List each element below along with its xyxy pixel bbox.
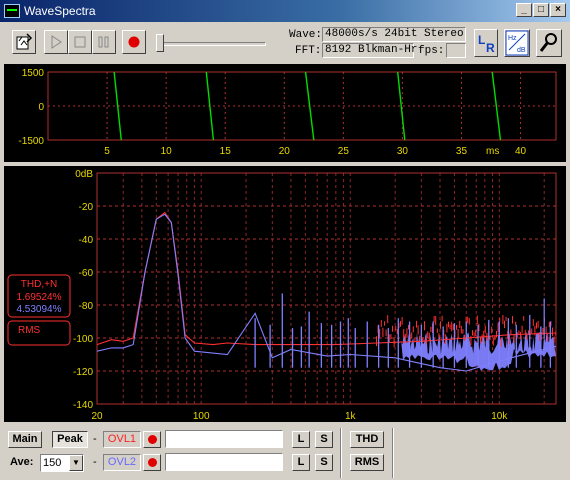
spectrum-x-tick: 100 (193, 411, 210, 422)
open-file-button[interactable] (12, 30, 36, 54)
toolbar: Wave: 48000s/s 24bit Stereo FFT: 8192 Bl… (0, 24, 570, 62)
spectrum-chart: 0dB -20 -40 -60 -80 -100 -120 -14020 100 1k 10k THD… (7, 169, 557, 422)
spectrum-panel: 0dB -20 -40 -60 -80 -100 -120 -140 20 100 1k 10k THD… (4, 166, 566, 422)
spectrum-frame (96, 172, 557, 405)
ch1-level-meter (165, 430, 283, 448)
waveform-chart: 5 10 15 20 25 30 35 40 1500 0 -1500 ms (18, 68, 557, 157)
record-dot-icon (148, 435, 157, 444)
spectrum-y-tick: -60 (79, 268, 94, 279)
thd-label: THD,+N (21, 279, 57, 290)
maximize-button[interactable]: □ (533, 3, 549, 17)
waveform-x-tick: 15 (220, 146, 232, 157)
lr-channel-button[interactable]: L R (474, 29, 498, 57)
ovl2-indicator: OVL2 (103, 454, 141, 471)
average-select[interactable]: 150 ▼ (40, 454, 84, 472)
average-value: 150 (43, 457, 62, 469)
position-slider-track[interactable] (156, 42, 266, 46)
lr-icon: L R (478, 33, 495, 55)
ch1-spectrum-line (96, 211, 557, 346)
play-button[interactable] (44, 30, 68, 54)
record-dot-icon (148, 458, 157, 467)
svg-text:L: L (478, 33, 485, 47)
wrench-icon (539, 33, 557, 52)
dash-2: - (93, 456, 97, 468)
waveform-trace-segment (113, 71, 122, 141)
spectrum-x-tick: 20 (91, 411, 103, 422)
ch1-l-button[interactable]: L (292, 431, 310, 448)
waveform-x-tick: 20 (279, 146, 291, 157)
bottom-bar: Main Peak Ave: 150 ▼ - - OVL1 L S OVL2 L… (0, 426, 570, 480)
spectrum-y-tick: -120 (73, 367, 93, 378)
svg-text:R: R (486, 41, 495, 55)
waveform-trace-segment (304, 71, 315, 141)
settings-button[interactable] (536, 29, 562, 57)
waveform-y-tick: 1500 (22, 68, 45, 79)
title-bar: WaveSpectra _ □ × (0, 0, 570, 22)
fft-label: FFT: (295, 45, 322, 57)
separator (340, 428, 342, 478)
main-button[interactable]: Main (8, 431, 42, 448)
stop-icon (74, 36, 86, 48)
waveform-x-tick: 10 (161, 146, 173, 157)
waveform-y-tick: -1500 (18, 136, 44, 147)
spectrum-y-tick: -40 (79, 235, 94, 246)
fps-label: fps: (418, 45, 445, 57)
record-icon (128, 36, 140, 48)
spectrum-y-tick: -80 (79, 301, 94, 312)
thd-readout: THD,+N 1.69524%4.53094% (7, 274, 71, 318)
play-icon (51, 35, 62, 49)
app-icon (4, 4, 20, 18)
thd-value-right: 4.53094% (16, 304, 61, 315)
dash-1: - (93, 433, 97, 445)
waveform-trace-segment (205, 71, 215, 141)
waveform-x-tick: 30 (397, 146, 409, 157)
waveform-x-tick: 40 (515, 146, 527, 157)
position-slider-thumb[interactable] (156, 34, 164, 52)
ch2-record-button[interactable] (143, 454, 161, 471)
spectrum-y-tick: 0dB (75, 169, 93, 180)
peak-button[interactable]: Peak (52, 431, 88, 448)
record-button[interactable] (122, 30, 146, 54)
waveform-x-unit: ms (486, 146, 499, 157)
fft-setting-display: 8192 Blkman-Hr (322, 43, 417, 58)
waveform-panel: 5 10 15 20 25 30 35 40 1500 0 -1500 ms (4, 64, 566, 162)
rms-label: RMS (18, 325, 41, 336)
open-file-icon (16, 33, 33, 50)
svg-text:dB: dB (517, 47, 526, 54)
minimize-button[interactable]: _ (516, 3, 532, 17)
svg-text:Hz: Hz (508, 35, 517, 42)
spectrum-y-tick: -100 (73, 334, 93, 345)
stop-button[interactable] (68, 30, 92, 54)
ch2-level-meter (165, 453, 283, 471)
wave-label: Wave: (289, 29, 323, 41)
hz-db-icon: Hz dB (505, 30, 529, 56)
rms-readout: RMS (7, 320, 71, 346)
spectrum-y-tick: -140 (73, 400, 93, 411)
pause-icon (98, 36, 109, 48)
spectrum-x-tick: 10k (491, 411, 508, 422)
thd-value-left: 1.69524% (16, 292, 61, 303)
waveform-x-tick: 35 (456, 146, 468, 157)
ch1-record-button[interactable] (143, 431, 161, 448)
ave-label: Ave: (10, 456, 34, 468)
waveform-x-tick: 5 (104, 146, 110, 157)
thd-button[interactable]: THD (350, 431, 384, 448)
fps-display (446, 43, 466, 58)
ovl1-indicator: OVL1 (103, 431, 141, 448)
ch1-s-button[interactable]: S (315, 431, 333, 448)
spectrum-y-tick: -20 (79, 202, 94, 213)
ch2-l-button[interactable]: L (292, 454, 310, 471)
separator (392, 428, 394, 478)
hz-db-button[interactable]: Hz dB (504, 29, 530, 57)
spectrum-x-tick: 1k (345, 411, 357, 422)
rms-button[interactable]: RMS (350, 454, 384, 471)
chevron-down-icon[interactable]: ▼ (69, 455, 83, 471)
window-title: WaveSpectra (24, 4, 96, 18)
pause-button[interactable] (92, 30, 116, 54)
waveform-y-tick: 0 (38, 102, 44, 113)
wave-format-display: 48000s/s 24bit Stereo (322, 27, 466, 42)
close-button[interactable]: × (550, 3, 566, 17)
waveform-x-tick: 25 (338, 146, 350, 157)
ch2-s-button[interactable]: S (315, 454, 333, 471)
